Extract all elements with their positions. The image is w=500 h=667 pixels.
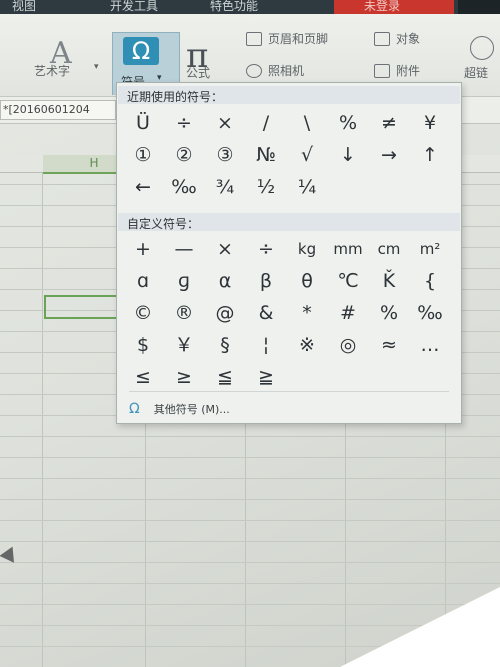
symbol-cell[interactable]: @ [205, 299, 245, 327]
attachment-icon [374, 64, 390, 78]
symbol-cell[interactable]: # [328, 299, 368, 327]
symbol-cell[interactable]: θ [287, 267, 327, 295]
symbol-cell[interactable]: ≈ [369, 331, 409, 359]
symbol-cell[interactable]: ‰ [410, 299, 450, 327]
symbol-cell[interactable]: * [287, 299, 327, 327]
symbol-cell[interactable]: α [205, 267, 245, 295]
menu-tab-view[interactable]: 视图 [12, 0, 36, 14]
symbol-cell[interactable]: → [369, 141, 409, 169]
symbol-cell[interactable]: % [328, 109, 368, 137]
symbol-cell[interactable]: & [246, 299, 286, 327]
symbol-cell[interactable]: — [164, 235, 204, 263]
symbol-cell[interactable]: / [246, 109, 286, 137]
symbol-cell[interactable]: ¥ [410, 109, 450, 137]
symbol-cell[interactable]: ¼ [287, 173, 327, 201]
symbol-cell[interactable]: ɡ [164, 267, 204, 295]
symbol-cell[interactable]: √ [287, 141, 327, 169]
object-icon [374, 32, 390, 46]
symbol-cell[interactable]: + [123, 235, 163, 263]
symbol-cell[interactable]: β [246, 267, 286, 295]
object-button[interactable]: 对象 [396, 30, 420, 47]
symbol-cell[interactable]: § [205, 331, 245, 359]
symbol-cell[interactable]: ≠ [369, 109, 409, 137]
symbol-cell[interactable]: ÷ [164, 109, 204, 137]
symbol-cell[interactable]: ℃ [328, 267, 368, 295]
symbol-cell[interactable]: © [123, 299, 163, 327]
symbol-cell[interactable]: ◎ [328, 331, 368, 359]
symbol-cell[interactable]: ※ [287, 331, 327, 359]
hyperlink-button[interactable]: 超链 [464, 64, 488, 81]
symbol-cell[interactable]: ≤ [123, 363, 163, 391]
symbol-cell[interactable]: \ [287, 109, 327, 137]
custom-symbols-title: 自定义符号： [127, 217, 200, 231]
menu-tab-features[interactable]: 特色功能 [210, 0, 258, 14]
menu-tab-developer[interactable]: 开发工具 [110, 0, 158, 14]
symbol-cell[interactable]: … [410, 331, 450, 359]
symbol-cell[interactable]: $ [123, 331, 163, 359]
wordart-button[interactable]: 艺术字 [34, 62, 70, 79]
login-button[interactable]: 未登录 [334, 0, 454, 14]
symbol-cell[interactable]: { [410, 267, 450, 295]
screen-photo: 视图 开发工具 特色功能 未登录 A 艺术字 ▾ Ω 符号 ▾ π 公式 页眉和… [0, 0, 500, 667]
symbol-cell[interactable]: × [205, 109, 245, 137]
camera-icon [246, 64, 262, 78]
divider [129, 391, 449, 392]
header-footer-button[interactable]: 页眉和页脚 [268, 30, 328, 47]
formula-bar-content[interactable]: *[20160601204 [0, 100, 116, 120]
omega-icon: Ω [123, 37, 159, 65]
header-footer-icon [246, 32, 262, 46]
symbol-cell[interactable]: ¾ [205, 173, 245, 201]
symbol-cell[interactable]: ← [123, 173, 163, 201]
symbol-cell[interactable]: ® [164, 299, 204, 327]
symbol-cell[interactable]: ↑ [410, 141, 450, 169]
symbol-dropdown-panel: 近期使用的符号： Ü ÷ × / \% ≠ ¥ ① ② ③ № √ ↓ → ↑ ← ‰ ¾ ½ ¼ 自定义符号： + —… [116, 82, 462, 424]
symbol-cell[interactable]: Ǩ [369, 267, 409, 295]
symbol-cell[interactable]: ≧ [246, 363, 286, 391]
symbol-cell[interactable]: ɑ [123, 267, 163, 295]
formula-button[interactable]: 公式 [186, 64, 210, 81]
other-symbols-button[interactable]: Ω 其他符号 (M)... [129, 401, 230, 417]
symbol-cell[interactable]: mm [328, 235, 368, 263]
symbol-cell[interactable]: ↓ [328, 141, 368, 169]
hyperlink-icon [470, 36, 494, 60]
symbol-cell[interactable]: ② [164, 141, 204, 169]
symbol-cell[interactable]: ③ [205, 141, 245, 169]
symbol-cell[interactable]: ÷ [246, 235, 286, 263]
symbol-cell[interactable]: ≦ [205, 363, 245, 391]
symbol-cell[interactable]: ¦ [246, 331, 286, 359]
symbol-cell[interactable]: cm [369, 235, 409, 263]
settings-icon[interactable] [458, 0, 500, 14]
symbol-cell[interactable]: ￥ [164, 331, 204, 359]
symbol-cell[interactable]: kg [287, 235, 327, 263]
symbol-cell[interactable]: Ü [123, 109, 163, 137]
attachment-button[interactable]: 附件 [396, 62, 420, 79]
symbol-cell[interactable]: ½ [246, 173, 286, 201]
symbol-cell[interactable]: m² [410, 235, 450, 263]
symbol-cell[interactable]: % [369, 299, 409, 327]
other-symbols-label: 其他符号 (M)... [153, 403, 230, 416]
recent-symbols-title: 近期使用的符号： [127, 90, 224, 104]
symbol-cell[interactable]: ≥ [164, 363, 204, 391]
symbol-cell[interactable]: ‰ [164, 173, 204, 201]
camera-button[interactable]: 照相机 [268, 62, 304, 79]
symbol-cell[interactable]: ① [123, 141, 163, 169]
wordart-dropdown-icon[interactable]: ▾ [94, 62, 99, 72]
menu-bar: 视图 开发工具 特色功能 未登录 [0, 0, 500, 14]
symbol-cell[interactable]: × [205, 235, 245, 263]
symbol-cell[interactable]: № [246, 141, 286, 169]
omega-icon: Ω [129, 401, 140, 417]
